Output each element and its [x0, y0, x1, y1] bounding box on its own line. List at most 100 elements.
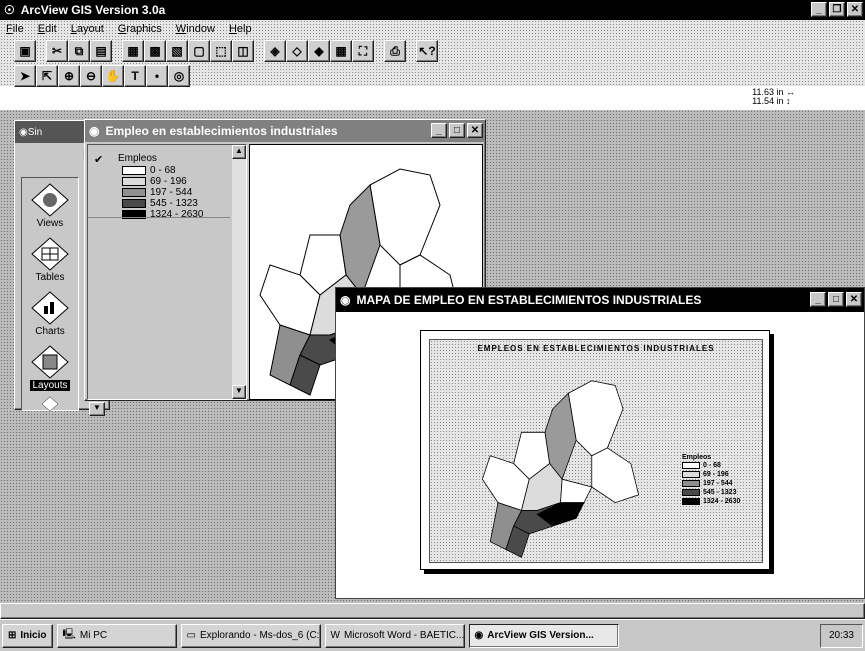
north-arrow-icon[interactable]: ⬚ [210, 40, 232, 62]
view-minimize-button[interactable]: _ [431, 123, 447, 138]
layout-maximize-button[interactable]: □ [828, 292, 844, 307]
tables-item[interactable]: Tables [26, 236, 74, 283]
tables-icon [31, 237, 69, 271]
taskbar-button-mypc[interactable]: 🖳 Mi PC [56, 623, 177, 648]
view-titlebar[interactable]: ◉ Empleo en establecimientos industriale… [85, 120, 485, 142]
menu-graphics[interactable]: Graphics [118, 23, 162, 35]
legend-swatch [682, 489, 700, 496]
zoom-page-icon[interactable]: ⛶ [352, 40, 374, 62]
layout-frame: EMPLEOS EN ESTABLECIMIENTOS INDUSTRIALES [429, 339, 763, 563]
toc-divider [88, 217, 230, 218]
scale-frame-icon[interactable]: ▢ [188, 40, 210, 62]
windows-logo-icon: ⊞ [8, 630, 17, 641]
print-icon[interactable]: ⎙ [384, 40, 406, 62]
layout-titlebar[interactable]: ◉ MAPA DE EMPLEO EN ESTABLECIMIENTOS IND… [336, 288, 864, 312]
coord-y: 11.54 in ↕ [752, 96, 791, 106]
legend-swatch [122, 199, 146, 208]
app-titlebar: ☉ ArcView GIS Version 3.0a _ ❐ ✕ [0, 0, 865, 20]
charts-item[interactable]: Charts [26, 290, 74, 337]
menu-layout[interactable]: Layout [71, 23, 104, 35]
minimize-button[interactable]: _ [811, 2, 827, 17]
copy-icon[interactable]: ⧉ [68, 40, 90, 62]
vertex-edit-icon[interactable]: ⇱ [36, 65, 58, 87]
charts-icon [31, 291, 69, 325]
pan-icon[interactable]: ✋ [102, 65, 124, 87]
project-doc-list: Views Tables Charts Layouts [21, 177, 79, 412]
taskbar-label: Microsoft Word - BAETIC... [343, 630, 465, 641]
system-tray: 20:33 [819, 623, 863, 648]
close-button[interactable]: ✕ [847, 2, 863, 17]
menu-edit[interactable]: Edit [38, 23, 57, 35]
legend-item: 1324 - 2630 [122, 209, 203, 220]
legend-label: 545 - 1323 [703, 489, 737, 496]
layout-map-title: EMPLEOS EN ESTABLECIMIENTOS INDUSTRIALES [477, 344, 715, 353]
layout-map-svg [481, 380, 640, 558]
grid-icon[interactable]: ▦ [330, 40, 352, 62]
legend-label: 1324 - 2630 [150, 209, 204, 220]
view-maximize-button[interactable]: □ [449, 123, 465, 138]
scripts-icon [41, 396, 59, 412]
layout-window: ◉ MAPA DE EMPLEO EN ESTABLECIMIENTOS IND… [335, 287, 865, 599]
pointer-icon[interactable]: ➤ [14, 65, 36, 87]
menubar: File Edit Layout Graphics Window Help [0, 20, 865, 38]
view-close-button[interactable]: ✕ [467, 123, 483, 138]
zoom-out-icon[interactable]: ⊖ [80, 65, 102, 87]
help-pointer-icon[interactable]: ↖? [416, 40, 438, 62]
cut-icon[interactable]: ✂ [46, 40, 68, 62]
app-title: ArcView GIS Version 3.0a [20, 3, 166, 17]
legend-item: 545 - 1323 [682, 488, 740, 497]
scroll-down-icon[interactable]: ▼ [232, 385, 246, 399]
layouts-label: Layouts [30, 380, 70, 391]
arcview-icon: ◉ [474, 630, 484, 641]
bring-front-icon[interactable]: ◆ [308, 40, 330, 62]
maximize-button[interactable]: ❐ [829, 2, 845, 17]
legend-label: 0 - 68 [150, 165, 176, 176]
toc-scrollbar[interactable]: ▲ ▼ [232, 145, 246, 399]
scroll-up-icon[interactable]: ▲ [232, 145, 246, 159]
menu-window[interactable]: Window [176, 23, 215, 35]
layer-check-icon[interactable]: ✔ [94, 153, 103, 166]
legend-item: 0 - 68 [682, 461, 740, 470]
view-legend: 0 - 68 69 - 196 197 - 544 545 - 1323 132… [122, 165, 203, 220]
views-item[interactable]: Views [26, 182, 74, 229]
legend-label: 197 - 544 [703, 480, 733, 487]
legend-frame-icon[interactable]: ▧ [166, 40, 188, 62]
taskbar-label: Mi PC [79, 630, 108, 641]
legend-swatch [122, 177, 146, 186]
chart-frame-icon[interactable]: ◫ [232, 40, 254, 62]
properties-icon[interactable]: ▦ [122, 40, 144, 62]
view-frame-icon[interactable]: ▩ [144, 40, 166, 62]
scripts-item[interactable] [26, 396, 74, 412]
menu-help[interactable]: Help [229, 23, 252, 35]
zoom-in-icon[interactable]: ⊕ [58, 65, 80, 87]
legend-label: 197 - 544 [150, 187, 193, 198]
word-icon: W [330, 630, 340, 641]
save-icon[interactable]: ▣ [14, 40, 36, 62]
layouts-item[interactable]: Layouts [26, 344, 74, 391]
taskbar-button-arcview[interactable]: ◉ ArcView GIS Version... [468, 623, 619, 648]
layout-close-button[interactable]: ✕ [846, 292, 862, 307]
legend-swatch [682, 462, 700, 469]
taskbar-button-explorer[interactable]: ▭ Explorando - Ms-dos_6 (C:) [180, 623, 321, 648]
group-icon[interactable]: ◈ [264, 40, 286, 62]
toc-dropdown-arrow-icon[interactable]: ▼ [89, 402, 105, 416]
taskbar-button-word[interactable]: W Microsoft Word - BAETIC... [324, 623, 465, 648]
legend-label: 0 - 68 [703, 462, 721, 469]
layout-minimize-button[interactable]: _ [810, 292, 826, 307]
button-bar: ▣ ✂ ⧉ ▤ ▦ ▩ ▧ ▢ ⬚ ◫ ◈ ◇ ◆ ▦ ⛶ ⎙ ↖? [14, 40, 438, 62]
draw-icon[interactable]: ◎ [168, 65, 190, 87]
tool-bar: ➤ ⇱ ⊕ ⊖ ✋ T • ◎ [14, 65, 190, 87]
ungroup-icon[interactable]: ◇ [286, 40, 308, 62]
point-icon[interactable]: • [146, 65, 168, 87]
start-button[interactable]: ⊞ Inicio [2, 623, 53, 648]
clock[interactable]: 20:33 [829, 630, 854, 641]
menu-file[interactable]: File [6, 23, 24, 35]
paste-icon[interactable]: ▤ [90, 40, 112, 62]
taskbar-label: ArcView GIS Version... [487, 630, 594, 641]
layout-page[interactable]: EMPLEOS EN ESTABLECIMIENTOS INDUSTRIALES [420, 330, 770, 570]
views-label: Views [36, 218, 64, 229]
text-icon[interactable]: T [124, 65, 146, 87]
table-of-contents: ✔ Empleos 0 - 68 69 - 196 197 - 544 545 … [87, 144, 247, 400]
taskbar: ⊞ Inicio 🖳 Mi PC ▭ Explorando - Ms-dos_6… [0, 619, 865, 651]
legend-label: 545 - 1323 [150, 198, 198, 209]
